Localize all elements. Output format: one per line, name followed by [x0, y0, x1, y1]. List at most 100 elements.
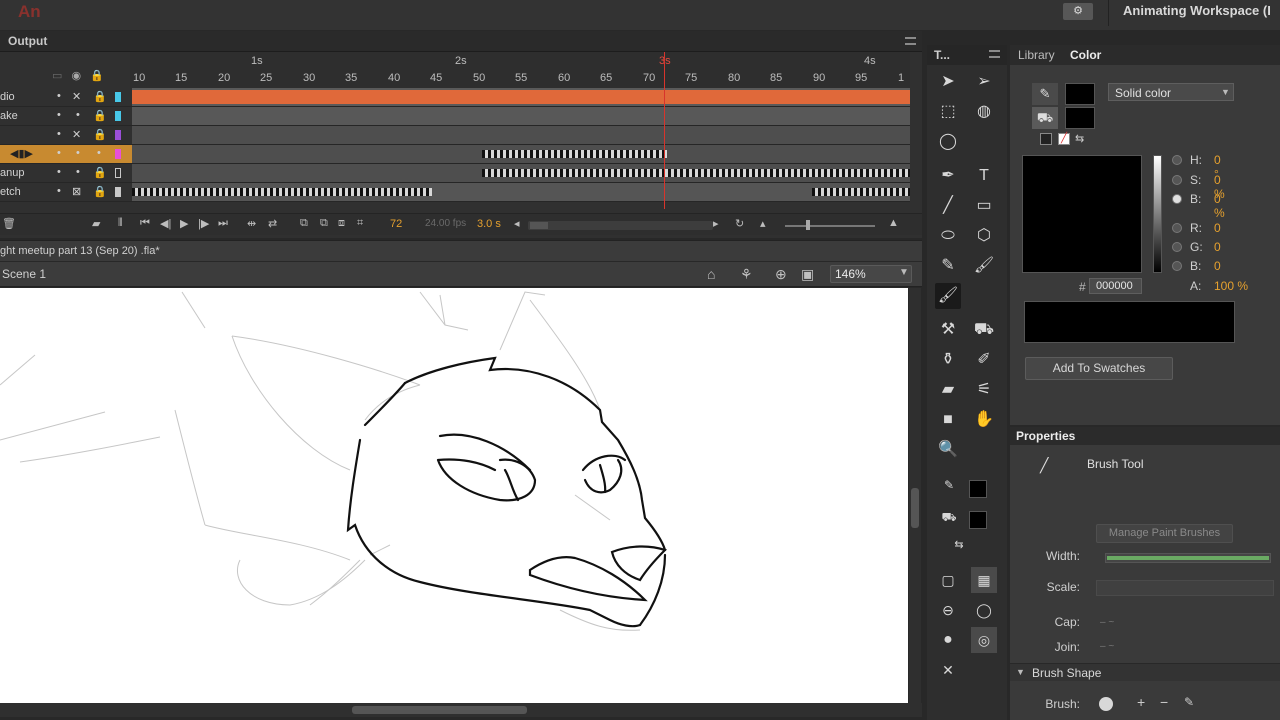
- layer-frames[interactable]: [132, 107, 910, 125]
- blue-radio[interactable]: [1172, 261, 1182, 271]
- layer-row[interactable]: anup • • 🔒: [0, 164, 910, 183]
- visibility-dot-icon[interactable]: •: [57, 109, 61, 121]
- current-frame[interactable]: 72: [390, 218, 402, 230]
- lock-icon[interactable]: 🔒: [93, 185, 107, 198]
- timeline-scrollbar[interactable]: [528, 221, 713, 230]
- smoothing-icon[interactable]: ✕: [935, 657, 961, 683]
- brightness-radio[interactable]: [1172, 194, 1182, 204]
- line-tool-icon[interactable]: ╱: [935, 193, 961, 219]
- object-drawing-icon[interactable]: ▢: [935, 567, 961, 593]
- blue-value[interactable]: 0: [1214, 259, 1221, 273]
- layer-name[interactable]: anup: [0, 167, 24, 179]
- gear-icon[interactable]: ⚙: [1063, 3, 1093, 20]
- brush-shape-icon[interactable]: ●: [935, 627, 961, 653]
- layer-row[interactable]: • ✕ 🔒: [0, 126, 910, 145]
- brush-shape-section[interactable]: ▼ Brush Shape: [1010, 663, 1280, 681]
- lock-fill-icon[interactable]: ▦: [971, 567, 997, 593]
- pressure-icon[interactable]: ◎: [971, 627, 997, 653]
- audio-waveform-frames[interactable]: [132, 88, 910, 106]
- polystar-tool-icon[interactable]: ⬡: [971, 223, 997, 249]
- hidden-x-icon[interactable]: ✕: [72, 128, 81, 141]
- fill-type-select[interactable]: Solid color ▼: [1108, 83, 1234, 101]
- zoom-large-icon[interactable]: ▲: [888, 217, 899, 229]
- lock-icon[interactable]: 🔒: [93, 128, 107, 141]
- green-radio[interactable]: [1172, 242, 1182, 252]
- tab-library[interactable]: Library: [1018, 48, 1055, 62]
- no-color-icon[interactable]: ╱: [1058, 133, 1070, 145]
- layer-row[interactable]: ake • • 🔒: [0, 107, 910, 126]
- layer-name[interactable]: dio: [0, 91, 15, 103]
- visibility-dot-icon[interactable]: •: [76, 166, 80, 178]
- visibility-dot-icon[interactable]: •: [97, 147, 101, 159]
- stage-canvas[interactable]: [0, 288, 908, 703]
- red-radio[interactable]: [1172, 223, 1182, 233]
- panel-menu-icon[interactable]: [989, 50, 1000, 58]
- tab-tools[interactable]: T...: [934, 48, 950, 62]
- scroll-left-icon[interactable]: ◂: [514, 217, 520, 230]
- camera-icon[interactable]: ▰: [92, 217, 100, 230]
- visibility-dot-icon[interactable]: •: [57, 166, 61, 178]
- join-select[interactable]: – ~: [1100, 641, 1114, 652]
- scrollbar-thumb[interactable]: [352, 706, 527, 714]
- hue-radio[interactable]: [1172, 155, 1182, 165]
- layer-row[interactable]: etch • ⊠ 🔒: [0, 183, 910, 202]
- brightness-slider[interactable]: [1153, 155, 1162, 273]
- layer-color-swatch[interactable]: [115, 111, 121, 121]
- visibility-dot-icon[interactable]: •: [76, 109, 80, 121]
- layer-color-swatch[interactable]: [115, 92, 121, 102]
- elapsed-time[interactable]: 3.0 s: [477, 218, 501, 230]
- layer-row[interactable]: dio • ✕ 🔒: [0, 88, 910, 107]
- add-to-swatches-button[interactable]: Add To Swatches: [1025, 357, 1173, 380]
- eye-icon[interactable]: ◉: [71, 70, 81, 82]
- step-forward-icon[interactable]: |▶: [198, 217, 209, 230]
- outline-icon[interactable]: ⊠: [72, 185, 81, 198]
- onion-outline-icon[interactable]: ⧉: [320, 217, 328, 230]
- layer-frames[interactable]: [132, 145, 910, 163]
- rectangle-tool-icon[interactable]: ▭: [971, 193, 997, 219]
- brightness-value[interactable]: 0 %: [1214, 192, 1225, 220]
- slider-knob[interactable]: [806, 220, 810, 230]
- timeline-ruler[interactable]: 1s 2s 3s 4s 10 15 20 25 30 35 40 45 50 5…: [130, 52, 910, 90]
- saturation-radio[interactable]: [1172, 175, 1182, 185]
- oval-tool-icon[interactable]: ⬭: [935, 223, 961, 249]
- trash-icon[interactable]: 🗑: [2, 217, 16, 230]
- zoom-tool-icon[interactable]: 🔍: [935, 437, 961, 463]
- subselection-tool-icon[interactable]: ➢: [971, 69, 997, 95]
- visibility-dot-icon[interactable]: •: [57, 185, 61, 197]
- fill-bucket-icon[interactable]: ⛟: [1032, 107, 1058, 129]
- stroke-color-pencil-icon[interactable]: ✎: [941, 477, 957, 493]
- workspace-switcher[interactable]: Animating Workspace (I: [1123, 3, 1271, 18]
- outline-header-icon[interactable]: ▭: [52, 70, 62, 82]
- scrollbar-thumb[interactable]: [530, 222, 548, 229]
- layer-color-swatch[interactable]: [115, 168, 121, 178]
- visibility-dot-icon[interactable]: •: [57, 128, 61, 140]
- refresh-icon[interactable]: ↻: [735, 217, 744, 230]
- color-picker-field[interactable]: [1022, 155, 1142, 273]
- lock-icon[interactable]: 🔒: [93, 166, 107, 179]
- frame-rate[interactable]: 24.00 fps: [425, 218, 466, 229]
- stage-vertical-scrollbar[interactable]: [909, 288, 921, 703]
- go-last-icon[interactable]: ⏭: [218, 217, 228, 230]
- layer-color-swatch[interactable]: [115, 130, 121, 140]
- zoom-select[interactable]: 146% ▼: [830, 265, 912, 283]
- layer-color-swatch[interactable]: [115, 187, 121, 197]
- lock-icon[interactable]: 🔒: [90, 70, 104, 82]
- swap-colors-icon[interactable]: ⇆: [951, 537, 967, 553]
- scrollbar-thumb[interactable]: [911, 488, 919, 528]
- layer-name[interactable]: ake: [0, 110, 18, 122]
- camera-icon[interactable]: ■: [935, 407, 961, 433]
- red-value[interactable]: 0: [1214, 221, 1221, 235]
- width-tool-icon[interactable]: ⚟: [971, 377, 997, 403]
- playhead[interactable]: [664, 52, 665, 209]
- hex-input[interactable]: 000000: [1089, 278, 1142, 294]
- layer-frames[interactable]: [132, 183, 910, 201]
- hand-tool-icon[interactable]: ✋: [971, 407, 997, 433]
- alpha-value[interactable]: 100 %: [1214, 279, 1248, 293]
- edit-multiple-icon[interactable]: ⧈: [338, 217, 345, 230]
- brush-tool-icon[interactable]: 🖌: [935, 283, 961, 309]
- layer-frames[interactable]: [132, 164, 910, 182]
- panel-menu-icon[interactable]: [905, 37, 916, 45]
- pen-tool-icon[interactable]: ✒: [935, 163, 961, 189]
- keyframe-strip[interactable]: [482, 169, 910, 177]
- hidden-x-icon[interactable]: ✕: [72, 90, 81, 103]
